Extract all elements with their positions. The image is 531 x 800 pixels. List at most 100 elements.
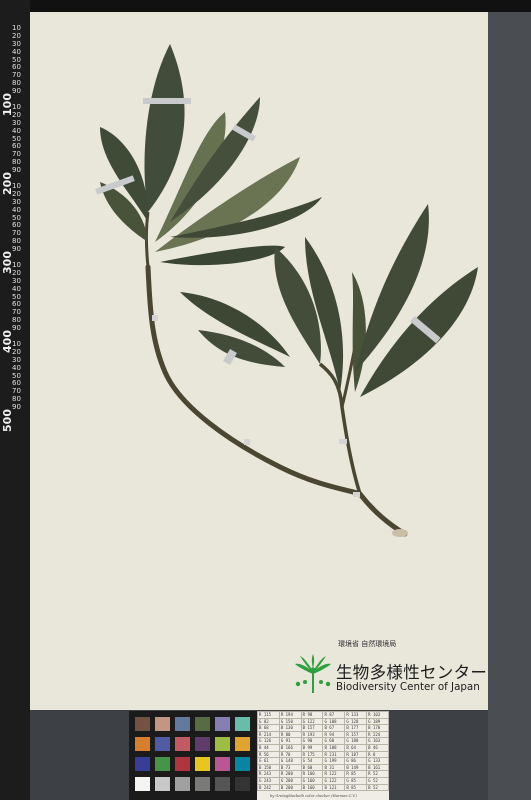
table-cell: B 200: [278, 783, 302, 792]
table-cell: G 150: [278, 717, 302, 726]
table-cell: G 90: [300, 737, 324, 745]
ruler-minor-label: 70: [12, 308, 21, 317]
ruler-top-edge: [30, 0, 531, 12]
table-cell: R 194: [278, 711, 302, 719]
table-cell: R 133: [344, 711, 368, 719]
color-swatch: [135, 737, 150, 751]
ruler-minor-label: 80: [12, 79, 21, 88]
table-cell: B 242: [257, 783, 280, 792]
table-row: B 242 B 200 B 160 B 121 B 85 B 52: [257, 783, 389, 792]
ruler-minor-label: 10: [12, 23, 21, 32]
table-cell: G 91: [278, 737, 302, 745]
table-cell: B 85: [344, 783, 368, 792]
table-cell: B 60: [300, 763, 324, 772]
table-cell: B 31: [322, 763, 346, 772]
table-cell: G 148: [278, 757, 302, 765]
table-cell: G 52: [366, 776, 389, 785]
table-cell: G 126: [257, 737, 280, 745]
table-cell: G 122: [322, 776, 346, 785]
table-cell: B 149: [344, 763, 368, 772]
ruler-minor-label: 60: [12, 63, 21, 72]
table-cell: R 52: [366, 770, 389, 778]
table-cell: G 160: [300, 776, 324, 785]
color-swatch: [215, 737, 230, 751]
ruler-minor-label: 70: [12, 229, 21, 238]
table-cell: B 108: [322, 743, 346, 752]
table-cell: R 103: [366, 711, 389, 719]
ruler-minor-label: 30: [12, 197, 21, 206]
ruler-minor-label: 40: [12, 47, 21, 56]
color-swatch: [135, 777, 150, 791]
table-row: G 61 G 148 G 54 G 199 G 86 G 133: [257, 757, 389, 765]
table-cell: G 61: [257, 757, 280, 765]
table-cell: G 199: [322, 757, 346, 765]
ruler-minor-label: 50: [12, 134, 21, 143]
color-swatch: [155, 717, 170, 731]
table-cell: G 122: [300, 717, 324, 726]
table-cell: G 243: [257, 776, 280, 785]
table-cell: B 170: [366, 724, 389, 732]
ruler-major-label: 200: [1, 172, 14, 195]
table-row: R 56 R 70 R 175 R 231 R 187 R 8: [257, 750, 389, 759]
table-row: R 115 R 194 R 98 R 87 R 133 R 103: [257, 711, 389, 719]
color-value-table: R 115 R 194 R 98 R 87 R 133 R 103 G 82 G 150 G 1…: [257, 711, 389, 800]
color-swatch: [195, 737, 210, 751]
ruler-minor-label: 60: [12, 300, 21, 309]
plant-specimen: [95, 44, 478, 537]
table-cell: R 115: [257, 711, 280, 719]
ruler-minor-label: 40: [12, 284, 21, 293]
measuring-ruler: 10 20 30 40 50 60 70 80 90 10 20 30 40 50 60 70 80 90 10 20…: [0, 0, 30, 800]
table-cell: G 188: [344, 737, 368, 745]
table-row: B 68 B 130 B 157 B 67 B 177 B 170: [257, 724, 389, 732]
color-swatch: [235, 757, 250, 771]
color-swatch: [175, 757, 190, 771]
ruler-major-label: 100: [1, 93, 14, 116]
background-strip: [488, 12, 531, 800]
color-swatch: [155, 737, 170, 751]
table-cell: R 87: [322, 711, 346, 719]
table-cell: R 98: [300, 711, 324, 719]
table-cell: G 60: [322, 737, 346, 745]
table-cell: R 224: [366, 730, 389, 739]
color-swatch: [215, 777, 230, 791]
ruler-minor-label: 30: [12, 276, 21, 285]
ruler-major-label: 500: [1, 409, 14, 432]
table-cell: R 56: [257, 750, 280, 759]
table-cell: B 121: [322, 783, 346, 792]
table-cell: G 200: [278, 776, 302, 785]
table-cell: R 231: [322, 750, 346, 759]
table-cell: R 85: [344, 770, 368, 778]
ruler-minor-label: 70: [12, 150, 21, 159]
ruler-minor-label: 60: [12, 142, 21, 151]
color-swatch: [175, 777, 190, 791]
table-cell: B 130: [278, 724, 302, 732]
ruler-minor-label: 40: [12, 205, 21, 214]
center-name-japanese: 生物多様性センター: [336, 663, 488, 682]
table-cell: R 175: [300, 750, 324, 759]
table-cell: B 73: [278, 763, 302, 772]
ruler-minor-label: 70: [12, 387, 21, 396]
table-cell: B 166: [278, 743, 302, 752]
color-swatch: [155, 777, 170, 791]
color-swatch: [175, 737, 190, 751]
table-row: G 243 G 200 G 160 G 122 G 85 G 52: [257, 776, 389, 785]
center-name-english: Biodiversity Center of Japan: [336, 681, 480, 693]
table-cell: R 200: [278, 770, 302, 778]
table-row: B 44 B 166 B 99 B 108 B 64 B 46: [257, 743, 389, 752]
table-cell: R 80: [278, 730, 302, 739]
table-cell: B 177: [344, 724, 368, 732]
color-swatch: [235, 737, 250, 751]
table-cell: R 160: [300, 770, 324, 778]
ruler-minor-label: 60: [12, 221, 21, 230]
table-cell: G 54: [300, 757, 324, 765]
table-cell: B 150: [257, 763, 280, 772]
table-cell: B 99: [300, 743, 324, 752]
ruler-minor-label: 70: [12, 71, 21, 80]
color-swatch: [215, 717, 230, 731]
table-cell: G 133: [366, 757, 389, 765]
ruler-minor-label: 80: [12, 237, 21, 246]
ruler-minor-label: 50: [12, 371, 21, 380]
table-cell: G 86: [344, 757, 368, 765]
table-cell: R 8: [366, 750, 389, 759]
color-swatch: [195, 717, 210, 731]
